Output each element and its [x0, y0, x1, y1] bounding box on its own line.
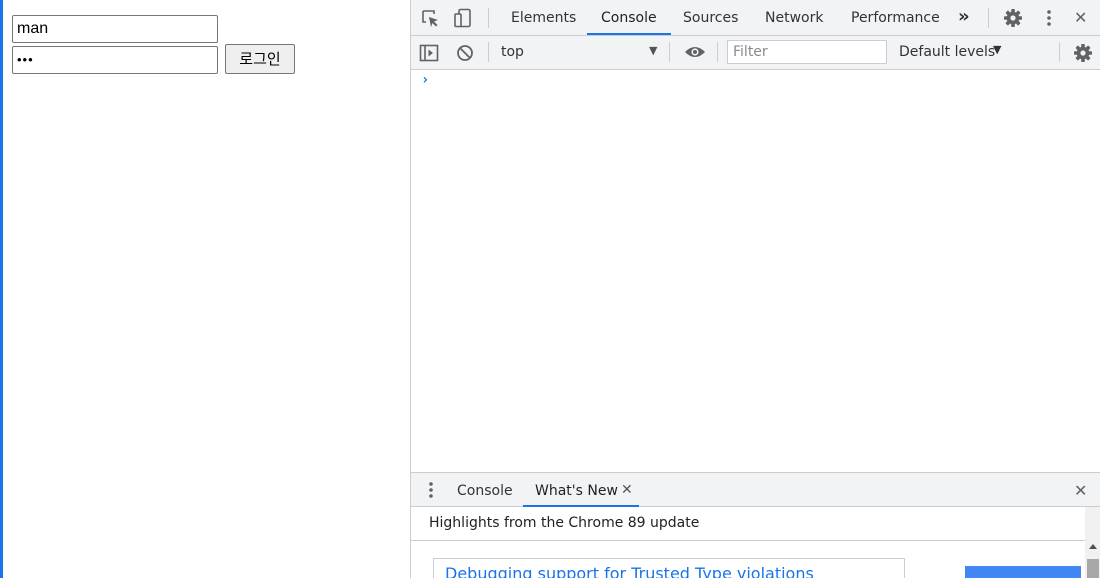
console-toolbar: top ▼ Filter Default levels ▼: [411, 36, 1100, 70]
console-prompt[interactable]: ›: [421, 72, 429, 88]
gear-icon[interactable]: [1003, 8, 1023, 28]
tab-elements[interactable]: Elements: [511, 0, 576, 35]
close-tab-icon[interactable]: ✕: [621, 482, 633, 498]
chevron-down-icon[interactable]: ▼: [993, 43, 1001, 56]
toolbar-divider: [717, 42, 718, 62]
devtools-panel: Elements Console Sources Network Perform…: [410, 0, 1100, 578]
tab-network[interactable]: Network: [765, 0, 823, 35]
gear-icon[interactable]: [1073, 43, 1093, 63]
whats-new-panel: Highlights from the Chrome 89 update Deb…: [411, 507, 1100, 578]
kebab-menu-icon[interactable]: [424, 481, 438, 499]
tab-sources[interactable]: Sources: [683, 0, 738, 35]
inspect-element-icon[interactable]: [421, 9, 441, 29]
screen: man ••• 로그인 Elements Console Sources Net…: [0, 0, 1100, 578]
chevron-down-icon[interactable]: ▼: [649, 44, 657, 57]
console-sidebar-icon[interactable]: [419, 43, 439, 63]
toolbar-divider: [988, 8, 989, 28]
eye-icon[interactable]: [684, 45, 706, 59]
feature-card[interactable]: Debugging support for Trusted Type viola…: [433, 558, 905, 578]
log-levels-selector[interactable]: Default levels: [899, 44, 995, 60]
more-tabs-icon[interactable]: »: [958, 0, 970, 35]
close-devtools-icon[interactable]: ✕: [1074, 0, 1087, 35]
clear-console-icon[interactable]: [456, 44, 474, 62]
kebab-menu-icon[interactable]: [1041, 9, 1057, 27]
login-button[interactable]: 로그인: [225, 44, 295, 74]
drawer-toolbar: Console What's New ✕ ✕: [411, 472, 1100, 507]
toolbar-divider: [669, 42, 670, 62]
scroll-thumb[interactable]: [1087, 559, 1099, 578]
context-selector[interactable]: top: [501, 44, 524, 60]
feature-link[interactable]: Debugging support for Trusted Type viola…: [445, 564, 814, 578]
filter-input[interactable]: Filter: [727, 40, 887, 64]
toolbar-divider: [1059, 42, 1060, 62]
console-output[interactable]: ›: [411, 70, 1100, 472]
highlights-heading: Highlights from the Chrome 89 update: [429, 515, 700, 531]
scroll-up-icon[interactable]: [1089, 544, 1097, 549]
web-page: man ••• 로그인: [0, 0, 410, 578]
device-toolbar-icon[interactable]: [453, 8, 473, 28]
close-drawer-icon[interactable]: ✕: [1074, 473, 1087, 507]
toolbar-divider: [488, 42, 489, 62]
tab-performance[interactable]: Performance: [851, 0, 940, 35]
username-input[interactable]: man: [12, 15, 218, 43]
tab-console[interactable]: Console: [587, 0, 671, 35]
feature-image: [965, 566, 1081, 578]
drawer-tab-console[interactable]: Console: [457, 473, 513, 507]
devtools-main-toolbar: Elements Console Sources Network Perform…: [411, 0, 1100, 36]
divider: [411, 540, 1100, 541]
page-focus-indicator: [0, 0, 3, 578]
toolbar-divider: [488, 8, 489, 28]
scrollbar[interactable]: [1085, 507, 1100, 578]
password-input[interactable]: •••: [12, 46, 218, 74]
